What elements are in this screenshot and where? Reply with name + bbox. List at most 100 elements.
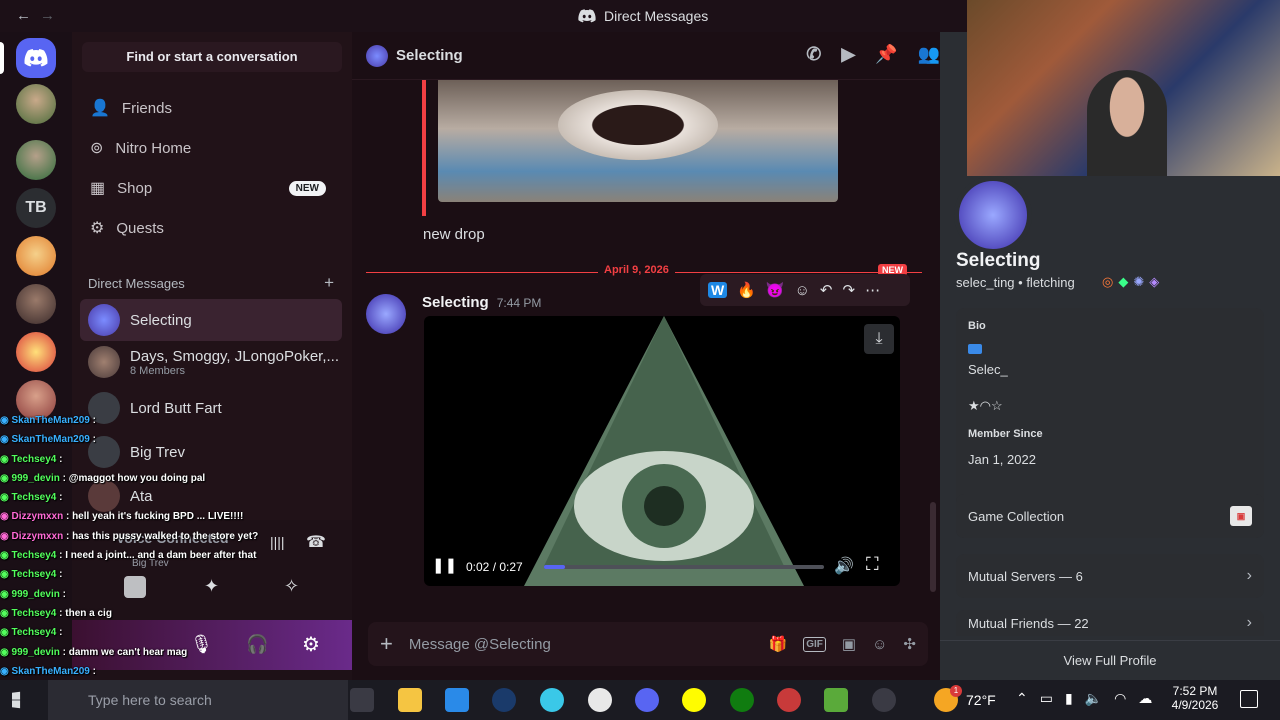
edge-icon[interactable] bbox=[540, 688, 564, 712]
speaker-icon[interactable]: 🔈 bbox=[1085, 690, 1102, 707]
chat-scrollbar[interactable] bbox=[930, 502, 936, 592]
emoji-icon[interactable]: ☺ bbox=[872, 636, 887, 653]
gift-icon[interactable]: 🎁 bbox=[769, 635, 788, 653]
pause-icon[interactable]: ❚❚ bbox=[432, 556, 457, 574]
xbox-icon[interactable] bbox=[730, 688, 754, 712]
chevron-up-icon[interactable]: ⌃ bbox=[1016, 690, 1028, 707]
windows-start-icon[interactable] bbox=[12, 691, 21, 709]
profile-panel: Selecting selec_ting • fletching ◎ ◆ ✺ ◈… bbox=[940, 0, 1280, 680]
store-icon[interactable] bbox=[445, 688, 469, 712]
nav-nitro-home[interactable]: ⊚ Nitro Home bbox=[80, 128, 342, 168]
server-tb[interactable]: TB bbox=[16, 188, 56, 228]
author-name[interactable]: Selecting bbox=[422, 294, 489, 311]
snapchat-icon[interactable] bbox=[682, 688, 706, 712]
tray-icon[interactable]: ▮ bbox=[1065, 690, 1073, 707]
find-conversation-button[interactable]: Find or start a conversation bbox=[82, 42, 342, 72]
chess-icon[interactable] bbox=[824, 688, 848, 712]
forward-icon[interactable]: ↷ bbox=[843, 281, 856, 299]
app-icon[interactable] bbox=[777, 688, 801, 712]
sticker-icon[interactable]: ▣ bbox=[842, 635, 856, 653]
forward-button[interactable]: → bbox=[40, 7, 55, 24]
overlay-chat-user: ◉ Techsey4 bbox=[0, 569, 60, 581]
server-avatar[interactable] bbox=[16, 84, 56, 124]
cloud-icon[interactable]: ☁ bbox=[1138, 690, 1152, 707]
chat-pane: Selecting ✆ ▶ 📌 👥 new drop April 9, 2026… bbox=[352, 32, 940, 680]
notification-icon[interactable] bbox=[1240, 690, 1258, 708]
add-reaction-icon[interactable]: ☺ bbox=[795, 282, 810, 299]
badge-icon[interactable]: ✺ bbox=[1133, 274, 1144, 290]
badge-icon[interactable]: ◎ bbox=[1102, 274, 1113, 290]
apps-icon[interactable]: ✣ bbox=[903, 635, 916, 653]
tray-icon[interactable]: ▭ bbox=[1040, 690, 1053, 707]
home-indicator bbox=[0, 42, 4, 74]
fire-icon[interactable]: 🔥 bbox=[737, 281, 756, 299]
back-button[interactable]: ← bbox=[16, 7, 31, 24]
server-avatar[interactable] bbox=[16, 380, 56, 420]
emoji-reaction-icon[interactable]: 😈 bbox=[766, 281, 785, 299]
app-icon[interactable] bbox=[872, 688, 896, 712]
view-full-profile-button[interactable]: View Full Profile bbox=[940, 640, 1280, 680]
server-avatar[interactable] bbox=[16, 140, 56, 180]
taskbar-search[interactable]: Type here to search bbox=[48, 680, 348, 720]
nav-label: Quests bbox=[116, 219, 164, 237]
profile-badges: ◎ ◆ ✺ ◈ bbox=[1102, 274, 1159, 290]
discord-taskbar-icon[interactable] bbox=[635, 688, 659, 712]
weather-temp[interactable]: 72°F bbox=[966, 692, 996, 708]
obs-icon[interactable] bbox=[588, 688, 612, 712]
dm-item-group[interactable]: Days, Smoggy, JLongoPoker,... 8 Members bbox=[80, 341, 342, 383]
file-explorer-icon[interactable] bbox=[398, 688, 422, 712]
volume-icon[interactable]: 🔊 bbox=[834, 556, 854, 576]
overlay-chat-message: : hell yeah it's fucking BPD ... LIVE!!!… bbox=[65, 511, 244, 523]
mutual-servers-row[interactable]: Mutual Servers — 6 › bbox=[956, 554, 1264, 598]
pin-icon[interactable]: 📌 bbox=[875, 44, 897, 65]
nav-friends[interactable]: 👤 Friends bbox=[80, 88, 342, 128]
badge-icon[interactable]: ◆ bbox=[1118, 274, 1128, 290]
network-icon[interactable]: ◠ bbox=[1114, 690, 1126, 707]
reaction-w[interactable]: W bbox=[708, 282, 728, 298]
clock[interactable]: 7:52 PM 4/9/2026 bbox=[1160, 684, 1230, 712]
dm-item-selecting[interactable]: Selecting bbox=[80, 299, 342, 341]
dm-members: 8 Members bbox=[130, 364, 186, 377]
server-avatar[interactable] bbox=[16, 284, 56, 324]
mutual-friends-row[interactable]: Mutual Friends — 22 › bbox=[956, 610, 1264, 636]
fullscreen-icon[interactable]: ⛶ bbox=[866, 554, 879, 575]
nav-label: Shop bbox=[117, 179, 153, 197]
nav-quests[interactable]: ⚙ Quests bbox=[80, 208, 342, 248]
profile-avatar[interactable] bbox=[954, 176, 1032, 254]
overlay-chat-line: ◉ Techsey4 : I need a joint... and a dam… bbox=[0, 550, 400, 569]
message-input[interactable]: Message @Selecting bbox=[409, 636, 753, 653]
download-icon[interactable]: ⤓ bbox=[864, 324, 894, 354]
video-player[interactable]: ⤓ ❚❚ 0:02 / 0:27 🔊 ⛶ bbox=[424, 316, 900, 586]
steam-icon[interactable] bbox=[492, 688, 516, 712]
server-avatar[interactable] bbox=[16, 332, 56, 372]
overlay-chat-user: ◉ Dizzymxxn bbox=[0, 511, 66, 523]
new-badge: NEW bbox=[288, 180, 326, 196]
badge-icon[interactable]: ◈ bbox=[1149, 274, 1159, 290]
dm-header-label: Direct Messages bbox=[88, 276, 185, 291]
add-friend-icon[interactable]: 👥 bbox=[918, 44, 940, 65]
video-call-icon[interactable]: ▶ bbox=[841, 44, 855, 65]
author-avatar[interactable] bbox=[366, 294, 406, 334]
message-image[interactable] bbox=[438, 80, 838, 202]
stream-chat-overlay: ◉ SkanTheMan209 : ◉ SkanTheMan209 : ◉ Tech… bbox=[0, 415, 400, 720]
server-avatar[interactable] bbox=[16, 236, 56, 276]
reply-icon[interactable]: ↶ bbox=[820, 281, 833, 299]
game-collection-row[interactable]: Game Collection ▣ bbox=[956, 494, 1264, 538]
overlay-chat-user: ◉ Techsey4 bbox=[0, 607, 60, 619]
call-icon[interactable]: ✆ bbox=[806, 44, 821, 65]
gif-icon[interactable]: GIF bbox=[803, 636, 826, 652]
overlay-chat-message: : bbox=[59, 569, 63, 581]
home-button[interactable] bbox=[16, 38, 56, 78]
bio-emoji-icon bbox=[968, 344, 982, 354]
create-dm-button[interactable]: + bbox=[324, 274, 334, 291]
more-icon[interactable]: ⋯ bbox=[865, 281, 880, 299]
nav-shop[interactable]: ▦ Shop NEW bbox=[80, 168, 342, 208]
overlay-chat-line: ◉ Techsey4 : bbox=[0, 569, 400, 588]
game-icon: ▣ bbox=[1230, 506, 1252, 526]
overlay-chat-message: : I need a joint... and a dam beer after… bbox=[59, 550, 257, 562]
discord-logo-icon bbox=[24, 49, 48, 67]
overlay-chat-line: ◉ Techsey4 : then a cig bbox=[0, 608, 400, 627]
video-scrubber[interactable] bbox=[544, 565, 824, 569]
task-view-icon[interactable] bbox=[350, 688, 374, 712]
avatar bbox=[88, 304, 120, 336]
